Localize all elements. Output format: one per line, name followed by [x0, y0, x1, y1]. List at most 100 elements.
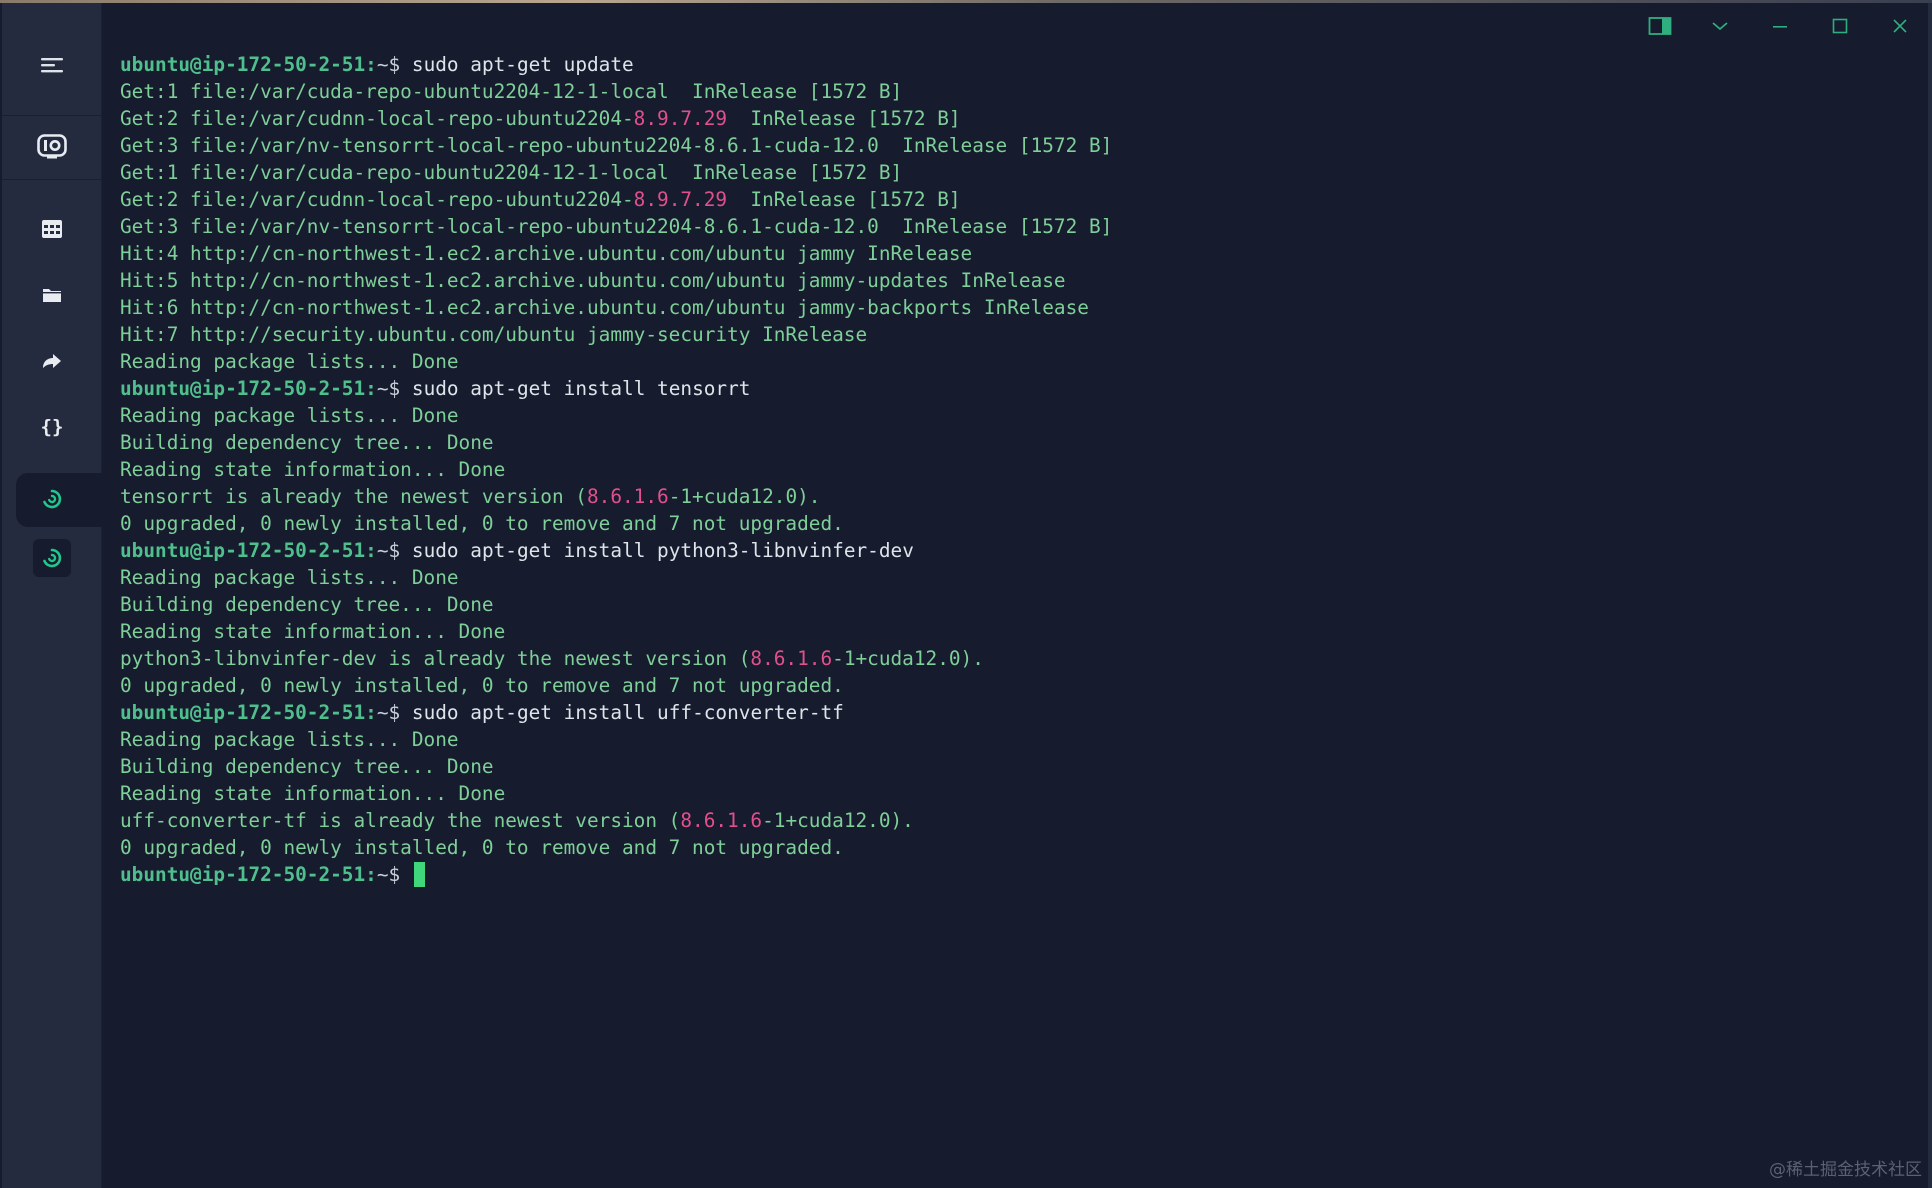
sidebar-item-session-active[interactable]: [26, 473, 78, 525]
output-text: Hit:6 http://cn-northwest-1.ec2.archive.…: [120, 296, 1089, 319]
output-line: Reading state information... Done: [120, 456, 1112, 483]
spiral-app-icon: [43, 548, 62, 568]
output-line: Building dependency tree... Done: [120, 591, 1112, 618]
window-right-edge: [1928, 3, 1932, 1188]
watermark: @稀土掘金技术社区: [1769, 1160, 1922, 1180]
output-text: Hit:4 http://cn-northwest-1.ec2.archive.…: [120, 242, 973, 265]
output-text: 0 upgraded, 0 newly installed, 0 to remo…: [120, 512, 844, 535]
output-line: python3-libnvinfer-dev is already the ne…: [120, 645, 1112, 672]
split-pane-button[interactable]: [1640, 11, 1680, 41]
prompt-user: ubuntu@ip-172-50-2-51:: [120, 863, 377, 886]
command-line: ubuntu@ip-172-50-2-51:~$ sudo apt-get in…: [120, 699, 1112, 726]
output-text: Get:1 file:/var/cuda-repo-ubuntu2204-12-…: [120, 161, 903, 184]
output-line: Reading package lists... Done: [120, 726, 1112, 753]
output-text: uff-converter-tf is already the newest v…: [120, 809, 681, 832]
terminal-pane[interactable]: ubuntu@ip-172-50-2-51:~$ sudo apt-get up…: [102, 3, 1928, 1188]
sidebar-item-files[interactable]: [26, 269, 78, 321]
output-line: Hit:4 http://cn-northwest-1.ec2.archive.…: [120, 240, 1112, 267]
output-text: Reading package lists... Done: [120, 404, 459, 427]
close-icon: [1893, 19, 1907, 33]
output-text: InRelease [1572 B]: [727, 107, 961, 130]
version-number: 8.6.1.6: [680, 809, 763, 832]
output-line: Get:1 file:/var/cuda-repo-ubuntu2204-12-…: [120, 159, 1112, 186]
forward-arrow-icon: [43, 354, 61, 368]
sidebar-item-io[interactable]: [26, 121, 78, 173]
output-text: Building dependency tree... Done: [120, 431, 494, 454]
braces-icon: {}: [41, 416, 64, 438]
prompt-user: ubuntu@ip-172-50-2-51:: [120, 701, 377, 724]
minimize-button[interactable]: [1760, 11, 1800, 41]
output-line: Reading package lists... Done: [120, 348, 1112, 375]
output-text: -1+cuda12.0).: [668, 485, 821, 508]
terminal-cursor[interactable]: [413, 862, 425, 887]
output-text: Get:2 file:/var/cudnn-local-repo-ubuntu2…: [120, 107, 634, 130]
output-text: Get:3 file:/var/nv-tensorrt-local-repo-u…: [120, 134, 1113, 157]
version-number: 8.6.1.6: [750, 647, 833, 670]
output-line: Building dependency tree... Done: [120, 753, 1112, 780]
hamburger-menu-icon: [41, 58, 63, 73]
output-text: Reading package lists... Done: [120, 350, 459, 373]
prompt-user: ubuntu@ip-172-50-2-51:: [120, 53, 377, 76]
command-text: sudo apt-get install uff-converter-tf: [400, 701, 844, 724]
prompt-path: ~: [376, 539, 389, 562]
command-line: ubuntu@ip-172-50-2-51:~$ sudo apt-get in…: [120, 537, 1112, 564]
output-line: Get:3 file:/var/nv-tensorrt-local-repo-u…: [120, 132, 1112, 159]
command-text: sudo apt-get install python3-libnvinfer-…: [400, 539, 914, 562]
output-text: tensorrt is already the newest version (: [120, 485, 587, 508]
output-text: Reading state information... Done: [120, 458, 506, 481]
sidebar-item-snippets[interactable]: {}: [26, 401, 78, 453]
sidebar-item-session-2[interactable]: [33, 539, 71, 577]
output-line: 0 upgraded, 0 newly installed, 0 to remo…: [120, 672, 1112, 699]
output-line: tensorrt is already the newest version (…: [120, 483, 1112, 510]
terminal-output: ubuntu@ip-172-50-2-51:~$ sudo apt-get up…: [120, 51, 1112, 888]
output-text: python3-libnvinfer-dev is already the ne…: [120, 647, 751, 670]
output-text: Reading package lists... Done: [120, 566, 459, 589]
output-line: uff-converter-tf is already the newest v…: [120, 807, 1112, 834]
command-text: sudo apt-get update: [400, 53, 634, 76]
output-text: Get:2 file:/var/cudnn-local-repo-ubuntu2…: [120, 188, 634, 211]
prompt-path: ~: [376, 53, 389, 76]
dropdown-button[interactable]: [1700, 11, 1740, 41]
close-button[interactable]: [1880, 11, 1920, 41]
prompt-symbol: $: [388, 377, 401, 400]
folder-icon: [43, 289, 61, 302]
io-monitor-icon: [37, 134, 67, 159]
output-line: 0 upgraded, 0 newly installed, 0 to remo…: [120, 510, 1112, 537]
output-line: Get:2 file:/var/cudnn-local-repo-ubuntu2…: [120, 186, 1112, 213]
maximize-button[interactable]: [1820, 11, 1860, 41]
output-line: Hit:6 http://cn-northwest-1.ec2.archive.…: [120, 294, 1112, 321]
prompt-user: ubuntu@ip-172-50-2-51:: [120, 377, 377, 400]
output-line: Reading package lists... Done: [120, 402, 1112, 429]
minimize-icon: [1773, 26, 1787, 28]
output-text: 0 upgraded, 0 newly installed, 0 to remo…: [120, 836, 844, 859]
sidebar-item-menu[interactable]: [26, 39, 78, 91]
grid-table-icon: [42, 220, 62, 238]
sidebar-item-forward[interactable]: [26, 335, 78, 387]
maximize-icon: [1832, 18, 1848, 34]
svg-text:{}: {}: [41, 416, 64, 438]
output-line: Hit:5 http://cn-northwest-1.ec2.archive.…: [120, 267, 1112, 294]
prompt-path: ~: [376, 863, 389, 886]
output-line: Reading package lists... Done: [120, 564, 1112, 591]
output-text: -1+cuda12.0).: [762, 809, 914, 832]
output-line: Get:3 file:/var/nv-tensorrt-local-repo-u…: [120, 213, 1112, 240]
output-line: Building dependency tree... Done: [120, 429, 1112, 456]
prompt-user: ubuntu@ip-172-50-2-51:: [120, 539, 377, 562]
output-text: Reading state information... Done: [120, 620, 506, 643]
output-text: Reading state information... Done: [120, 782, 506, 805]
output-text: Reading package lists... Done: [120, 728, 459, 751]
sidebar: {}: [2, 3, 104, 1188]
split-pane-icon: [1648, 17, 1672, 35]
output-text: 0 upgraded, 0 newly installed, 0 to remo…: [120, 674, 844, 697]
version-number: 8.9.7.29: [633, 107, 728, 130]
output-line: Get:2 file:/var/cudnn-local-repo-ubuntu2…: [120, 105, 1112, 132]
output-line: 0 upgraded, 0 newly installed, 0 to remo…: [120, 834, 1112, 861]
output-line: Get:1 file:/var/cuda-repo-ubuntu2204-12-…: [120, 78, 1112, 105]
sidebar-item-sessions[interactable]: [26, 203, 78, 255]
output-line: Reading state information... Done: [120, 780, 1112, 807]
command-line: ubuntu@ip-172-50-2-51:~$ sudo apt-get up…: [120, 51, 1112, 78]
prompt-symbol: $: [388, 863, 401, 886]
prompt-symbol: $: [388, 53, 401, 76]
output-text: Get:1 file:/var/cuda-repo-ubuntu2204-12-…: [120, 80, 903, 103]
command-line: ubuntu@ip-172-50-2-51:~$ sudo apt-get in…: [120, 375, 1112, 402]
